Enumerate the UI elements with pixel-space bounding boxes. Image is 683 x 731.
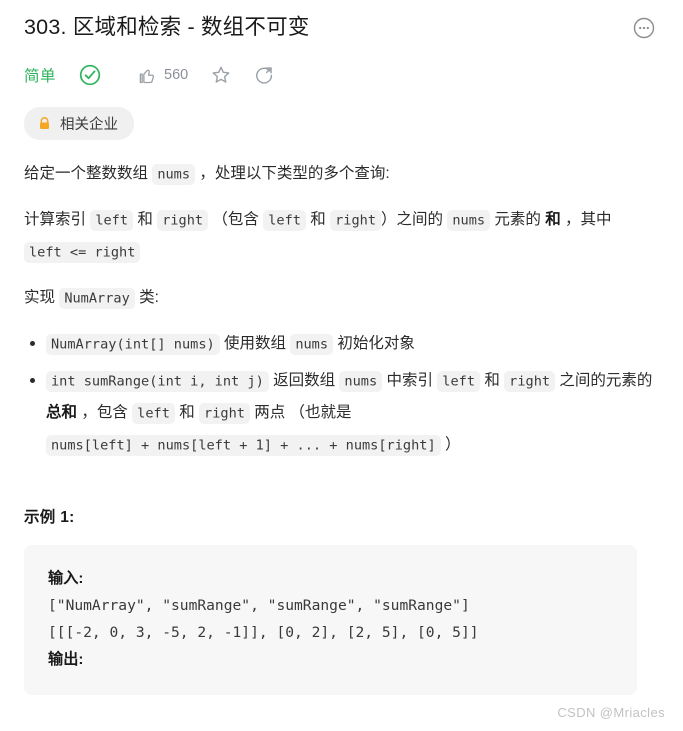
inline-code: right bbox=[504, 370, 556, 392]
text: 使用数组 bbox=[219, 335, 291, 352]
thumbs-up-button[interactable]: 560 bbox=[136, 65, 188, 86]
text: 中索引 bbox=[382, 372, 438, 389]
text: （包含 bbox=[208, 211, 264, 228]
emphasis: 总和 bbox=[46, 404, 78, 421]
inline-code: left bbox=[132, 402, 175, 424]
inline-code: right bbox=[157, 209, 209, 231]
text: 元素的 bbox=[490, 211, 546, 228]
inline-code: int sumRange(int i, int j) bbox=[46, 370, 269, 392]
text: 之间的元素的 bbox=[555, 372, 653, 389]
input-label: 输入: bbox=[48, 570, 84, 587]
difficulty-badge[interactable]: 简单 bbox=[24, 64, 56, 86]
text: 返回数组 bbox=[268, 372, 340, 389]
inline-code: NumArray(int[] nums) bbox=[46, 333, 220, 355]
inline-code: right bbox=[199, 402, 250, 424]
description-paragraph-2: 计算索引 left 和 right （包含 left 和 right ）之间的 n… bbox=[24, 204, 659, 268]
inline-code: nums bbox=[290, 333, 334, 355]
text: ） bbox=[440, 436, 461, 453]
inline-code: nums[left] + nums[left + 1] + ... + nums… bbox=[46, 434, 441, 456]
inline-code: left bbox=[263, 209, 306, 231]
text: 和 bbox=[305, 211, 331, 228]
text: 初始化对象 bbox=[333, 335, 415, 352]
text: 和 bbox=[174, 404, 200, 421]
description-paragraph-1: 给定一个整数数组 nums ，处理以下类型的多个查询: bbox=[24, 158, 659, 190]
meta-row: 简单 560 bbox=[24, 60, 659, 90]
page-title: 303. 区域和检索 - 数组不可变 bbox=[24, 15, 310, 39]
thumbs-up-icon bbox=[136, 65, 157, 86]
text: 实现 bbox=[24, 289, 60, 306]
share-icon[interactable] bbox=[254, 64, 276, 86]
inline-code: NumArray bbox=[59, 287, 135, 309]
list-item: NumArray(int[] nums) 使用数组 nums 初始化对象 bbox=[30, 328, 659, 360]
more-horizontal-circle-icon[interactable] bbox=[631, 15, 657, 41]
title-row: 303. 区域和检索 - 数组不可变 bbox=[24, 0, 659, 42]
check-circle-icon[interactable] bbox=[78, 63, 102, 87]
text: 和 bbox=[480, 372, 505, 389]
problem-page: 303. 区域和检索 - 数组不可变 简单 560 相关企业 给定一个整数数组 … bbox=[0, 0, 683, 731]
lock-icon bbox=[37, 116, 52, 131]
text: ）之间的 bbox=[381, 211, 448, 228]
watermark: CSDN @Mriacles bbox=[557, 705, 665, 720]
example-heading: 示例 1: bbox=[24, 509, 75, 526]
inline-code: right bbox=[330, 209, 382, 231]
text: 和 bbox=[133, 211, 158, 228]
problem-description: 给定一个整数数组 nums ，处理以下类型的多个查询: 计算索引 left 和 … bbox=[24, 158, 659, 695]
text: ，处理以下类型的多个查询: bbox=[195, 165, 390, 182]
input-line-2: [[[-2, 0, 3, -5, 2, -1]], [0, 2], [2, 5]… bbox=[48, 624, 479, 641]
related-companies-tag[interactable]: 相关企业 bbox=[24, 107, 134, 140]
text: ，包含 bbox=[77, 404, 133, 421]
output-label: 输出: bbox=[48, 651, 84, 668]
inline-code: nums bbox=[152, 163, 196, 185]
related-companies-label: 相关企业 bbox=[60, 117, 118, 133]
method-spec-list: NumArray(int[] nums) 使用数组 nums 初始化对象 int… bbox=[24, 328, 659, 461]
text: ，其中 bbox=[560, 211, 612, 228]
input-line-1: ["NumArray", "sumRange", "sumRange", "su… bbox=[48, 597, 470, 614]
inline-code: left <= right bbox=[24, 241, 141, 263]
inline-code: left bbox=[437, 370, 481, 392]
example-code-block: 输入: ["NumArray", "sumRange", "sumRange",… bbox=[24, 545, 637, 695]
emphasis: 和 bbox=[545, 211, 561, 228]
text: 计算索引 bbox=[24, 211, 91, 228]
inline-code: left bbox=[90, 209, 134, 231]
description-paragraph-3: 实现 NumArray 类: bbox=[24, 282, 659, 314]
list-item: int sumRange(int i, int j) 返回数组 nums 中索引… bbox=[30, 365, 659, 461]
tag-row: 相关企业 bbox=[24, 107, 659, 140]
inline-code: nums bbox=[447, 209, 491, 231]
text: 类: bbox=[134, 289, 159, 306]
star-icon[interactable] bbox=[210, 64, 232, 86]
text: 给定一个整数数组 bbox=[24, 165, 153, 182]
like-count: 560 bbox=[164, 67, 189, 83]
inline-code: nums bbox=[339, 370, 383, 392]
text: 两点 （也就是 bbox=[249, 404, 352, 421]
